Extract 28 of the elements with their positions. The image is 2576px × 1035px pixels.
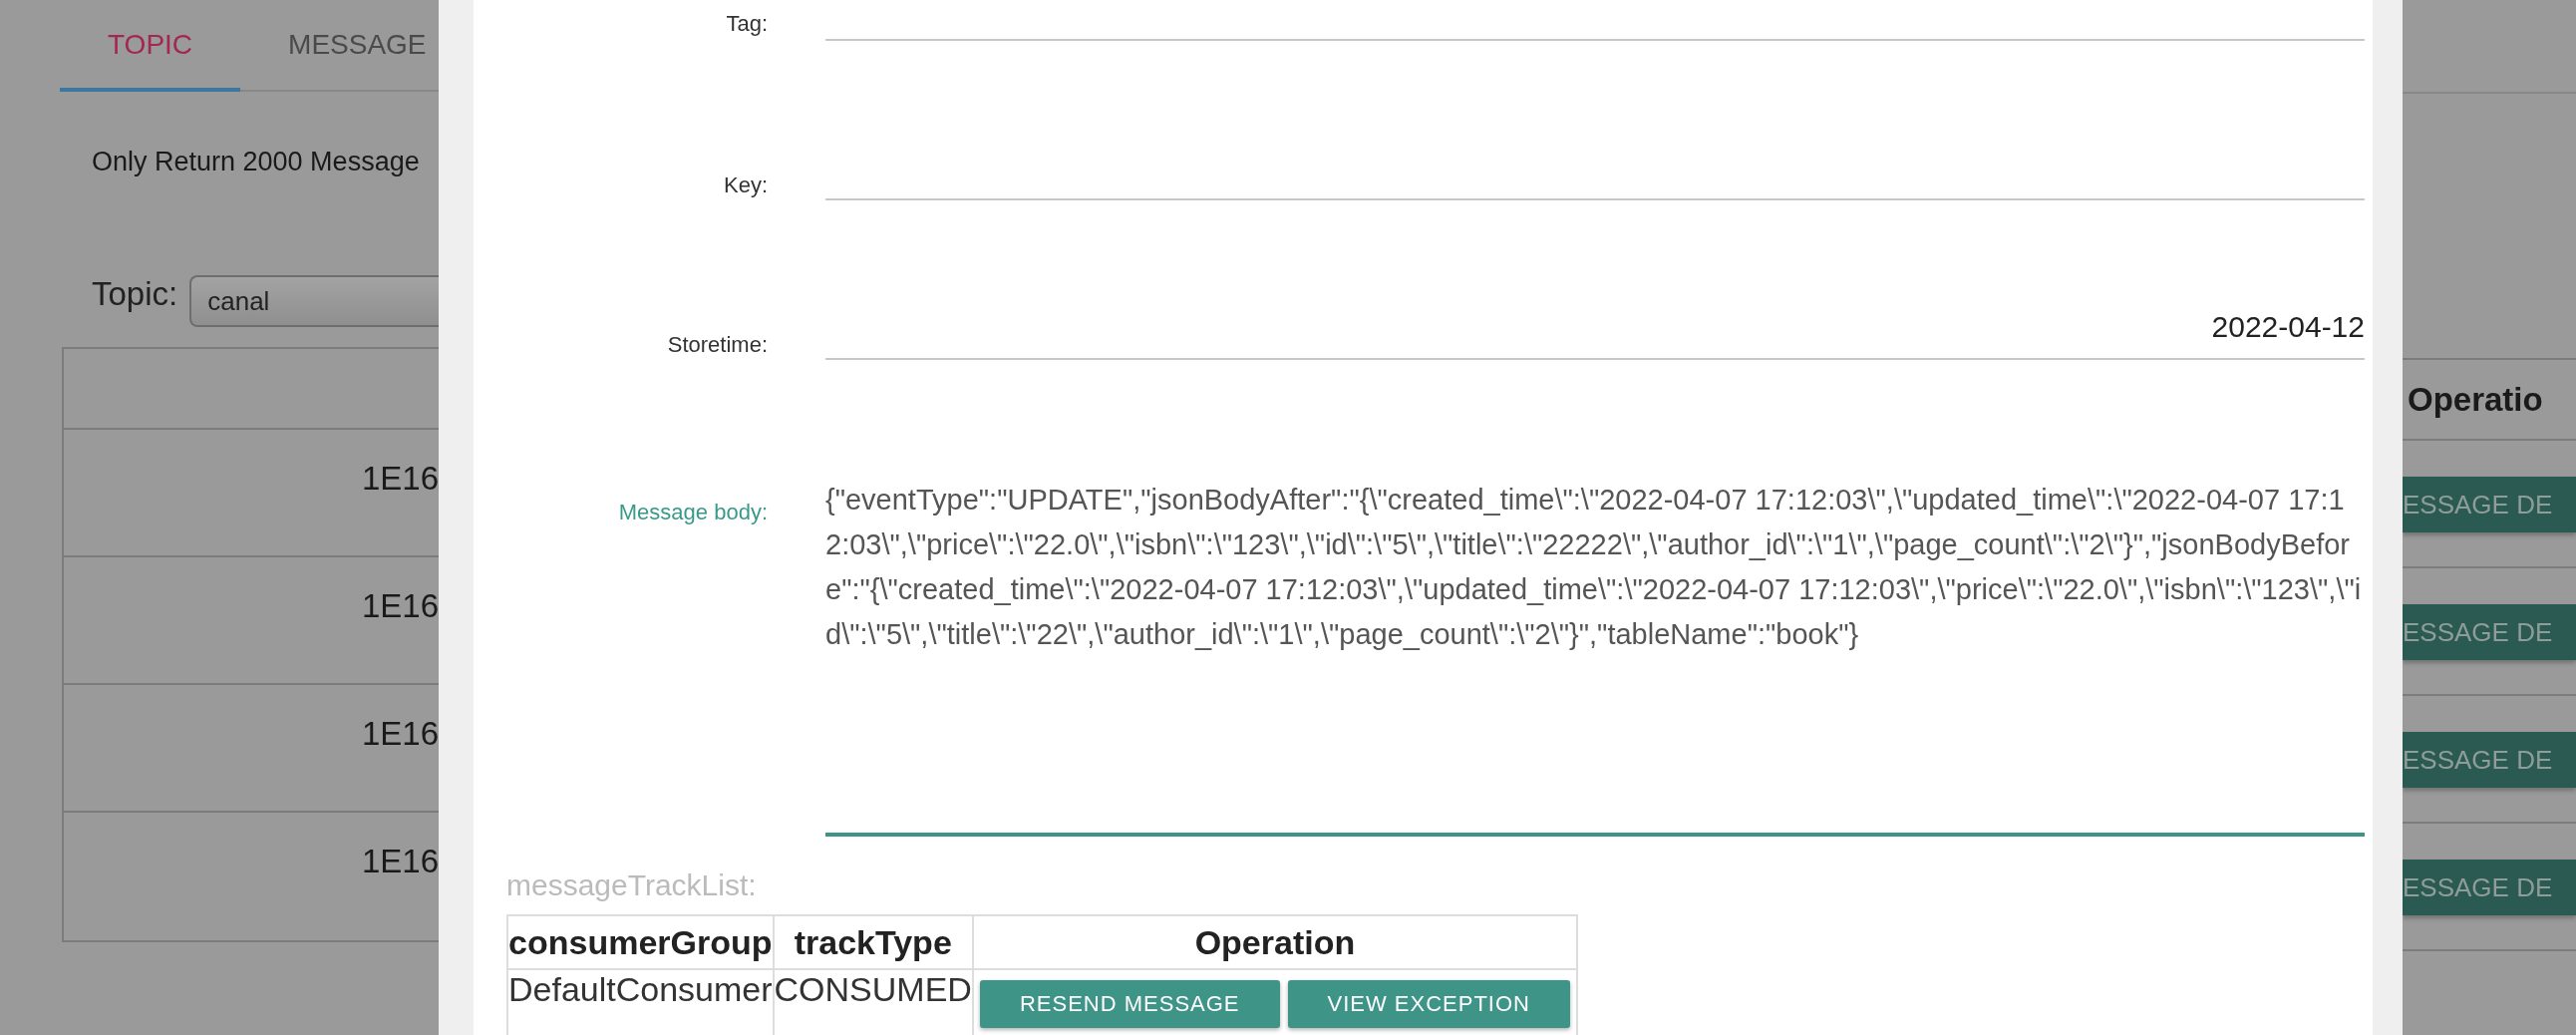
column-header: Operatio [2408, 380, 2543, 419]
topic-label: Topic: [92, 275, 178, 314]
field-label: Tag: [726, 11, 768, 38]
tab[interactable]: MESSAGE [240, 0, 439, 92]
table-cell-text: 1E16 [361, 460, 439, 499]
table-cell-text: 1E16 [361, 587, 439, 626]
detail-button[interactable]: ESSAGE DE [2403, 604, 2576, 660]
message-body-field[interactable]: {"eventType":"UPDATE","jsonBodyAfter":"{\"created_time\":\"2022-04-07 17:12:03\",\"updated_time\":\"2022-04-07 17:12:03\",\"price\":\"22.0\",\"isbn\":\"123\",\"id\":\"5\",\"title\":\"22222\",\"author_id\":\"1\",\"page_count\":\"2\"}","jsonBodyBefore":"{\"created_time\":\"2022-04-07 17:12:03\",\"updated_time\":\"2022-04-07 17:12:03\",\"price\":\"22.0\",\"isbn\":\"123\",\"id\":\"5\",\"title\":\"22\",\"author_id\":\"1\",\"page_count\":\"2\"}","tableName":"book"} [825, 460, 2365, 837]
notice-text: Only Return 2000 Message [92, 147, 420, 177]
section-title: messageTrackList: [506, 868, 757, 902]
field-label: Storetime: [667, 332, 768, 359]
table-cell: DefaultConsumer [507, 969, 774, 1035]
column-header: consumerGroup [507, 915, 774, 969]
detail-button[interactable]: ESSAGE DE [2403, 732, 2576, 788]
table-cell-text: 1E16 [361, 715, 439, 754]
input-field[interactable]: 2022-04-12 [825, 318, 2365, 360]
column-header: trackType [773, 915, 973, 969]
detail-button[interactable]: ESSAGE DE [2403, 860, 2576, 915]
table-cell: CONSUMED [773, 969, 973, 1035]
tab[interactable]: TOPIC [60, 0, 241, 92]
field-label: Key: [723, 172, 768, 199]
action-button[interactable]: RESEND MESSAGE [979, 980, 1280, 1028]
table-cell-text: 1E16 [361, 843, 439, 881]
field-label: Message body: [618, 500, 768, 525]
action-button[interactable]: VIEW EXCEPTION [1287, 980, 1570, 1028]
column-header: Operation [972, 915, 1577, 969]
detail-button[interactable]: ESSAGE DE [2403, 477, 2576, 532]
topic-select[interactable]: canal [189, 275, 439, 327]
